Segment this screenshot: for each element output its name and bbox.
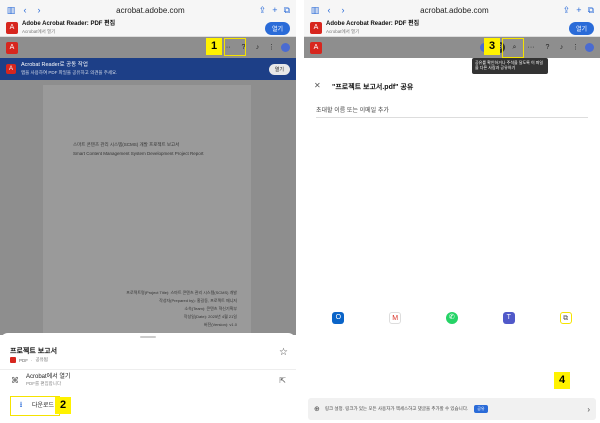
globe-icon: ⊕ <box>314 406 320 413</box>
callout-1: 1 <box>206 38 222 55</box>
download-highlight[interactable]: ⭳ 다운로드 <box>10 396 61 416</box>
profile-icon-right[interactable] <box>585 43 594 52</box>
download-label: 다운로드 <box>32 402 55 409</box>
promo-pdf-icon: A <box>6 64 16 74</box>
outlook-icon[interactable]: O <box>332 312 345 324</box>
copy-link-icon[interactable]: ⧉ <box>559 312 572 324</box>
doc-title-en: Smart Content Management System Developm… <box>73 151 204 156</box>
url-field[interactable]: acrobat.adobe.com <box>48 6 253 15</box>
meta-shared: 공유됨 <box>35 357 48 362</box>
app-banner-right: A Adobe Acrobat Reader: PDF 편집 Acrobat에서… <box>304 20 600 37</box>
apps-grid-icon[interactable]: ⋮ <box>267 43 276 52</box>
promo-open-button[interactable]: 열기 <box>268 63 290 75</box>
share-icon[interactable]: ⇪ <box>259 5 267 16</box>
acrobat-icon: ⌘ <box>11 376 19 385</box>
bell-icon[interactable]: ♪ <box>253 43 262 52</box>
link-settings-bar[interactable]: ⊕ 링크 설정. 링크가 있는 모든 사용자가 액세스하고 댓글을 추가할 수 … <box>308 398 596 420</box>
email-input[interactable]: 초대할 이름 또는 이메일 추가 <box>316 105 389 114</box>
forward-icon-right[interactable]: › <box>338 5 348 15</box>
promo-title: Acrobat Reader로 공동 작업 <box>21 62 88 68</box>
banner-open-button[interactable]: 열기 <box>264 21 290 35</box>
pdf-type-icon <box>10 357 16 363</box>
open-in-acrobat-row[interactable]: ⌘ Acrobat에서 열기 PDF를 편집합니다 ⇱ <box>0 369 296 391</box>
safari-toolbar-right: ▥ ‹ › acrobat.adobe.com ⇪ + ⧉ <box>304 0 600 20</box>
download-icon: ⭳ <box>19 400 23 409</box>
file-action-sheet: 프로젝트 보고서 PDF · 공유됨 ☆ ⌘ Acrobat에서 열기 PDF를… <box>0 333 296 423</box>
sheet-file-title: 프로젝트 보고서 <box>10 348 58 355</box>
chevron-right-icon: › <box>587 404 590 414</box>
share-dialog: ✕ "프로젝트 보고서.pdf" 공유 초대할 이름 또는 이메일 추가 <box>304 63 600 423</box>
open-acrobat-label: Acrobat에서 열기 <box>26 374 71 380</box>
share-tooltip: 공유를 확인하거나 주석을 달도록 이 파일을 다른 사람과 공유하기 <box>472 58 548 74</box>
whatsapp-icon[interactable]: ✆ <box>445 312 458 324</box>
panel-divider <box>296 0 304 423</box>
bell-icon-right[interactable]: ♪ <box>557 43 566 52</box>
banner-title: Adobe Acrobat Reader: PDF 편집 <box>22 21 116 27</box>
teams-icon[interactable]: T <box>502 312 515 324</box>
more-options-icon-right[interactable]: ··· <box>524 43 538 52</box>
banner-title-right: Adobe Acrobat Reader: PDF 편집 <box>326 21 420 27</box>
banner-open-button-right[interactable]: 열기 <box>568 21 594 35</box>
sheet-file-meta: PDF · 공유됨 <box>10 357 48 363</box>
right-screen: ▥ ‹ › acrobat.adobe.com ⇪ + ⧉ A Adobe Ac… <box>304 0 600 423</box>
doc-info-1: 프로젝트명(Project Title): 스마트 콘텐츠 관리 시스템(SCM… <box>126 290 237 295</box>
acrobat-logo-icon: A <box>6 22 18 34</box>
app-toolbar: A ··· ? ♪ ⋮ <box>0 37 296 58</box>
new-tab-icon-right[interactable]: + <box>576 5 581 15</box>
meta-type: PDF <box>19 357 28 363</box>
callout-4: 4 <box>554 372 570 389</box>
banner-subtitle-right: Acrobat에서 열기 <box>326 29 360 34</box>
callout-3: 3 <box>484 38 500 55</box>
callout-2: 2 <box>55 397 71 414</box>
safari-toolbar: ▥ ‹ › acrobat.adobe.com ⇪ + ⧉ <box>0 0 296 20</box>
forward-icon[interactable]: › <box>34 5 44 15</box>
back-icon-right[interactable]: ‹ <box>324 5 334 15</box>
more-options-highlight <box>224 38 246 56</box>
app-banner: A Adobe Acrobat Reader: PDF 편집 Acrobat에서… <box>0 20 296 37</box>
doc-info-3: 소속(Team): 콘텐츠 혁신기획부 <box>184 306 237 311</box>
left-screen: ▥ ‹ › acrobat.adobe.com ⇪ + ⧉ A Adobe Ac… <box>0 0 296 423</box>
close-icon[interactable]: ✕ <box>314 81 321 90</box>
profile-icon[interactable] <box>281 43 290 52</box>
doc-title-ko: 스마트 콘텐츠 관리 시스템(SCMS) 개발 프로젝트 보고서 <box>73 142 180 147</box>
acrobat-home-icon-right[interactable]: A <box>310 41 322 54</box>
doc-info-4: 작성일(Date): 2025년 4월 21일 <box>183 314 237 319</box>
help-icon-right[interactable]: ? <box>543 43 552 52</box>
external-link-icon: ⇱ <box>279 376 286 385</box>
doc-info-2: 작성자(Prepared by): 홍길동, 프로젝트 매니저 <box>159 298 237 303</box>
document-viewer[interactable]: 스마트 콘텐츠 관리 시스템(SCMS) 개발 프로젝트 보고서 Smart C… <box>0 80 296 335</box>
back-icon[interactable]: ‹ <box>20 5 30 15</box>
promo-bar: A Acrobat Reader로 공동 작업 앱을 사용하여 PDF 파일을 … <box>0 58 296 80</box>
share-icon-right[interactable]: ⇪ <box>563 5 571 16</box>
banner-subtitle: Acrobat에서 열기 <box>22 29 56 34</box>
apps-grid-icon-right[interactable]: ⋮ <box>571 43 580 52</box>
link-settings-text: 링크 설정. 링크가 있는 모든 사용자가 액세스하고 댓글을 추가할 수 있습… <box>324 406 469 411</box>
share-button-highlight <box>502 38 524 58</box>
tabs-icon[interactable]: ⧉ <box>284 5 290 16</box>
open-acrobat-sub: PDF를 편집합니다 <box>26 381 62 386</box>
acrobat-logo-icon-right: A <box>310 22 322 34</box>
star-icon[interactable]: ☆ <box>279 347 288 358</box>
tabs-icon-right[interactable]: ⧉ <box>588 5 594 16</box>
gmail-icon[interactable]: M <box>389 312 402 324</box>
promo-desc: 앱을 사용하여 PDF 파일을 공유하고 의견을 주세요. <box>21 70 118 75</box>
doc-info-5: 버전(Version): v1.0 <box>203 322 237 327</box>
share-title: "프로젝트 보고서.pdf" 공유 <box>332 84 414 91</box>
url-field-right[interactable]: acrobat.adobe.com <box>352 6 557 15</box>
link-settings-badge: 공유 <box>474 405 488 413</box>
share-apps-row: O M ✆ T ⧉ <box>304 312 600 324</box>
app-toolbar-right: A ⚇ ⌕ ··· ? ♪ ⋮ <box>304 37 600 58</box>
sidebar-icon[interactable]: ▥ <box>6 5 16 15</box>
pdf-page: 스마트 콘텐츠 관리 시스템(SCMS) 개발 프로젝트 보고서 Smart C… <box>43 85 251 335</box>
sheet-grabber[interactable] <box>140 336 156 338</box>
acrobat-home-icon[interactable]: A <box>6 41 18 54</box>
email-input-underline <box>316 117 588 118</box>
new-tab-icon[interactable]: + <box>272 5 277 15</box>
sidebar-icon-right[interactable]: ▥ <box>310 5 320 15</box>
download-row[interactable]: ⭳ 다운로드 <box>0 395 296 417</box>
